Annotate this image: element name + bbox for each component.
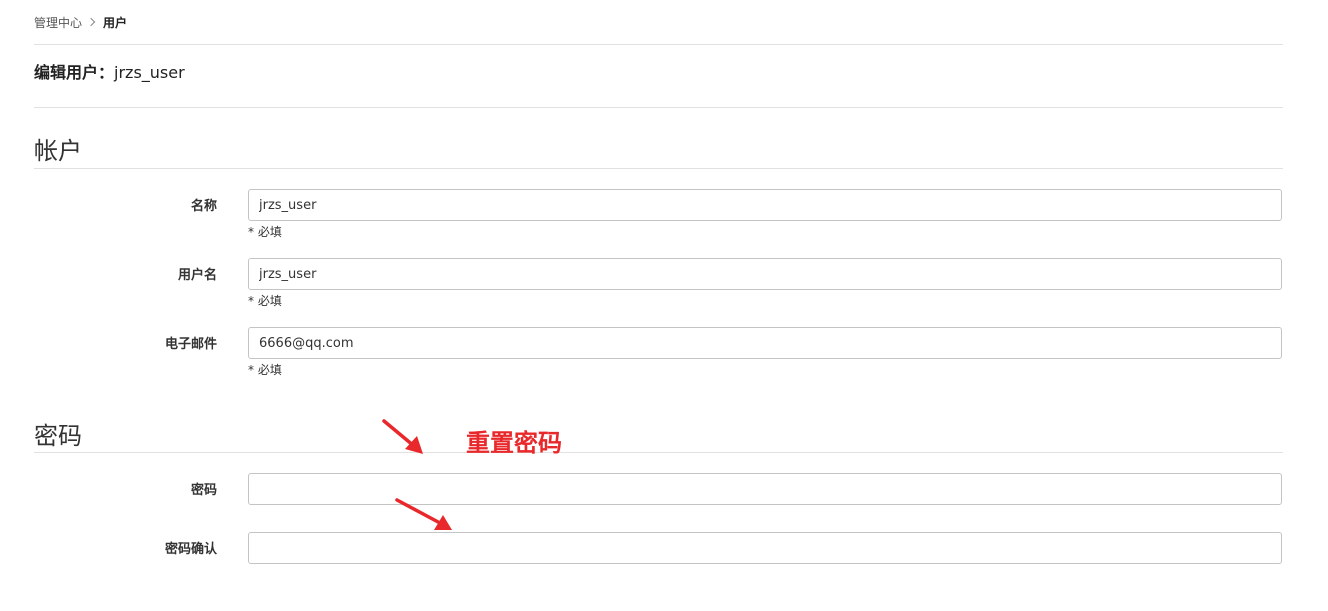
annotation-arrows xyxy=(382,419,452,530)
arrow-icon xyxy=(382,419,423,454)
arrow-icon xyxy=(395,498,452,530)
edit-user-page: 管理中心 用户 编辑用户：jrzs_user 帐户 名称 * 必填 用户名 * … xyxy=(34,0,1283,611)
reset-password-annotation: 重置密码 xyxy=(466,429,562,457)
